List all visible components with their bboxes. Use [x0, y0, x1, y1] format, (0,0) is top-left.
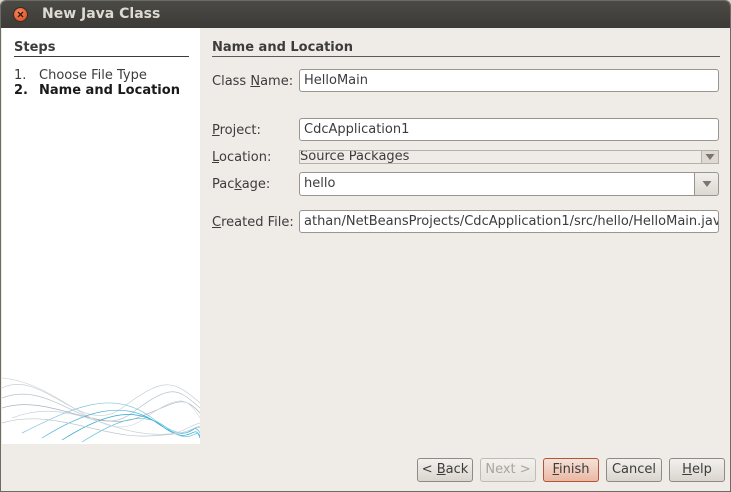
netbeans-wave-graphic	[2, 377, 200, 443]
step-name-and-location: 2. Name and Location	[14, 83, 180, 98]
step-choose-file-type: 1. Choose File Type	[14, 68, 147, 83]
steps-title: Steps	[14, 40, 189, 57]
package-combo[interactable]: hello	[299, 172, 719, 196]
finish-button[interactable]: Finish	[543, 458, 599, 482]
step-number: 2.	[14, 83, 28, 98]
created-file-field: athan/NetBeansProjects/CdcApplication1/s…	[299, 210, 719, 233]
cancel-button[interactable]: Cancel	[606, 458, 662, 482]
next-button[interactable]: Next >	[480, 458, 536, 482]
close-icon[interactable]	[13, 7, 28, 22]
back-button[interactable]: < Back	[417, 458, 473, 482]
package-input[interactable]: hello	[299, 172, 695, 196]
chevron-down-icon[interactable]	[694, 172, 719, 196]
project-field: CdcApplication1	[299, 118, 719, 141]
location-label: Location:	[212, 150, 272, 165]
steps-sidebar: Steps 1. Choose File Type 2. Name and Loca…	[2, 28, 200, 444]
package-label: Package:	[212, 177, 271, 192]
location-dropdown[interactable]: Source Packages	[299, 150, 719, 164]
class-name-input[interactable]: HelloMain	[299, 69, 719, 92]
chevron-down-icon[interactable]	[701, 151, 718, 163]
window-title: New Java Class	[42, 6, 161, 22]
step-number: 1.	[14, 68, 27, 83]
step-label: Name and Location	[39, 83, 180, 98]
created-file-label: Created File:	[212, 215, 294, 230]
help-button[interactable]: Help	[669, 458, 725, 482]
location-value: Source Packages	[300, 150, 410, 164]
step-label: Choose File Type	[39, 68, 147, 83]
title-bar[interactable]: New Java Class	[1, 1, 730, 28]
created-file-path: athan/NetBeansProjects/CdcApplication1/s…	[304, 214, 719, 229]
panel-title: Name and Location	[212, 40, 720, 57]
class-name-label: Class Name:	[212, 74, 294, 89]
new-java-class-dialog: New Java Class Steps 1. Choose File Type …	[0, 0, 731, 492]
project-label: Project:	[212, 123, 261, 138]
